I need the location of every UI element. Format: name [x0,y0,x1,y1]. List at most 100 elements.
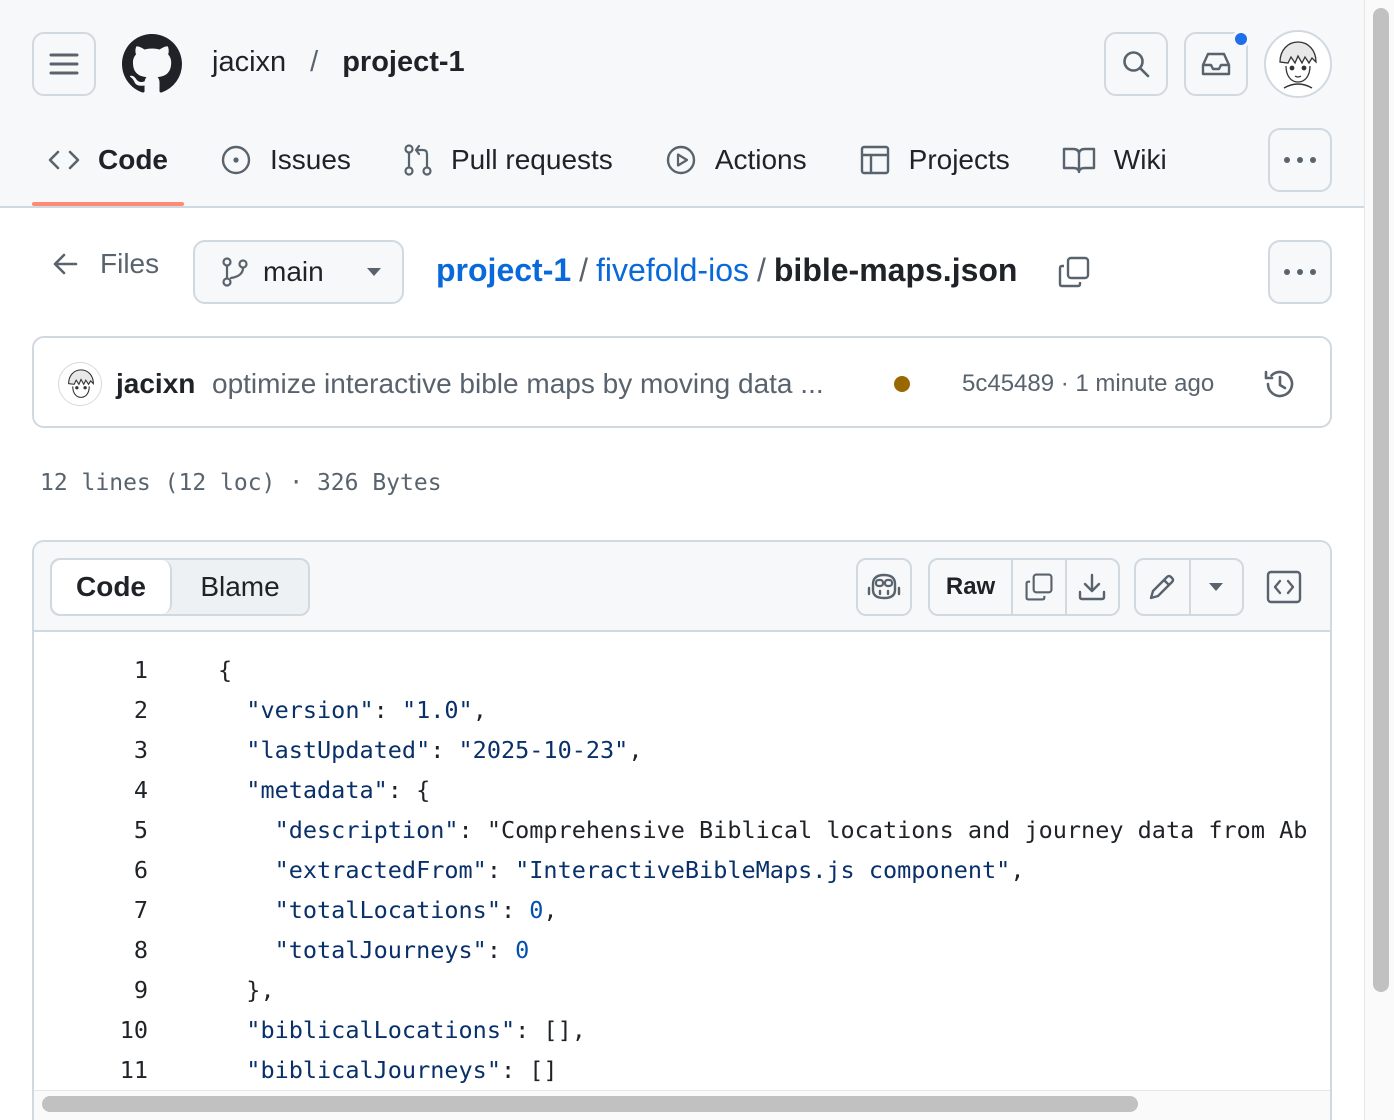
edit-options-dropdown[interactable] [1188,560,1242,614]
vertical-scrollbar-track[interactable] [1364,0,1394,1120]
line-number[interactable]: 8 [34,936,148,964]
kebab-horizontal-icon [1284,157,1316,163]
triangle-down-icon [366,268,381,276]
repo-name-link[interactable]: project-1 [342,46,464,79]
line-number[interactable]: 5 [34,816,148,844]
breadcrumb-separator: / [756,252,766,288]
breadcrumb-repo-link[interactable]: project-1 [436,252,571,289]
line-number[interactable]: 7 [34,896,148,924]
commit-status-dot[interactable] [894,376,910,392]
vertical-scrollbar-thumb[interactable] [1373,8,1389,992]
menu-button[interactable] [32,32,96,96]
line-number[interactable]: 10 [34,1016,148,1044]
commit-message-link[interactable]: optimize interactive bible maps by movin… [212,368,824,400]
copy-icon [1025,573,1053,601]
breadcrumb-file-name: bible-maps.json [773,252,1018,288]
kebab-horizontal-icon [1284,269,1316,275]
user-avatar[interactable] [1264,30,1332,98]
line-number[interactable]: 4 [34,776,148,804]
avatar-image-icon [59,363,101,405]
line-number[interactable]: 1 [34,656,148,684]
play-icon [666,145,696,175]
download-icon [1079,573,1106,601]
issue-icon [221,145,251,175]
github-logo-icon[interactable] [122,34,182,94]
line-number[interactable]: 11 [34,1056,148,1084]
repo-header: jacixn / project-1 Code Issues Pull requ… [0,0,1364,208]
branch-selector[interactable]: main [193,240,404,304]
code-toolbar: Code Blame Raw [34,542,1330,632]
repo-title: jacixn / project-1 [212,46,465,79]
tab-wiki-label: Wiki [1113,144,1167,175]
raw-button-group: Raw [928,558,1120,616]
file-more-button[interactable] [1268,240,1332,304]
code-icon [48,150,80,170]
tab-issues[interactable]: Issues [204,130,367,190]
line-content: "biblicalJourneys": [] [246,1056,558,1084]
download-raw-button[interactable] [1064,560,1118,614]
tab-projects-label: Projects [908,144,1010,175]
copilot-icon [867,573,901,600]
file-info: 12 lines (12 loc) · 326 Bytes [40,470,442,496]
pull-request-icon [404,144,432,176]
copy-raw-button[interactable] [1011,560,1064,614]
copy-path-icon[interactable] [1056,254,1092,290]
line-content: "biblicalLocations": [], [246,1016,586,1044]
tab-projects[interactable]: Projects [843,130,1026,190]
code-view-button[interactable]: Code [52,560,172,614]
breadcrumb: project-1 / fivefold-ios / bible-maps.js… [436,252,1017,289]
edit-button-group [1134,558,1244,616]
inbox-button[interactable] [1184,30,1250,96]
hamburger-icon [49,53,79,75]
tab-code[interactable]: Code [32,130,184,206]
line-number[interactable]: 9 [34,976,148,1004]
history-icon[interactable] [1262,366,1298,402]
line-content: "description": "Comprehensive Biblical l… [274,816,1308,844]
line-content: "totalJourneys": 0 [274,936,530,964]
book-icon [1062,147,1095,174]
blame-view-button[interactable]: Blame [172,560,308,614]
view-mode-toggle: Code Blame [50,558,310,616]
horizontal-scrollbar-thumb[interactable] [42,1096,1138,1112]
commit-sha-time[interactable]: 5c45489 · 1 minute ago [962,370,1214,398]
commit-author-link[interactable]: jacixn [116,368,195,400]
line-number[interactable]: 3 [34,736,148,764]
search-button[interactable] [1104,32,1168,96]
back-to-files-link[interactable]: Files [52,248,159,280]
repo-owner-link[interactable]: jacixn [212,46,286,79]
pencil-icon [1150,574,1175,600]
tab-pull-requests[interactable]: Pull requests [387,130,629,190]
tab-code-label: Code [98,144,168,175]
horizontal-scrollbar-track[interactable] [34,1090,1330,1120]
breadcrumb-folder-link[interactable]: fivefold-ios [596,252,749,289]
line-content: }, [218,976,275,1004]
tab-pull-requests-label: Pull requests [450,144,613,175]
avatar-image-icon [1266,32,1330,96]
notification-dot [1232,30,1250,48]
line-content: { [218,656,233,684]
code-square-icon [1266,570,1302,604]
line-number[interactable]: 2 [34,696,148,724]
code-body[interactable]: 1 {2 "version": "1.0", 3 "lastUpdated": "2… [34,634,1330,1120]
edit-file-button[interactable] [1136,560,1189,614]
tab-actions-label: Actions [714,144,807,175]
line-content: "totalLocations": 0, [274,896,558,924]
tab-wiki[interactable]: Wiki [1046,130,1183,190]
latest-commit-box: jacixn optimize interactive bible maps b… [32,336,1332,428]
inbox-icon [1201,52,1231,76]
tab-actions[interactable]: Actions [649,130,823,190]
branch-name: main [263,256,324,287]
copilot-button[interactable] [856,558,912,616]
line-content: "extractedFrom": "InteractiveBibleMaps.j… [274,856,1025,884]
line-content: "version": "1.0", [246,696,487,724]
back-files-label: Files [100,248,160,279]
breadcrumb-separator: / [579,252,589,288]
code-viewer: Code Blame Raw 1{2 "version": "1.0", 3 "… [32,540,1332,1120]
line-number[interactable]: 6 [34,856,148,884]
commit-author-avatar[interactable] [58,362,102,406]
line-content: "metadata": { [246,776,431,804]
more-tabs-button[interactable] [1268,128,1332,192]
symbols-panel-button[interactable] [1266,564,1302,610]
raw-button[interactable]: Raw [930,560,1011,614]
table-icon [860,145,889,175]
